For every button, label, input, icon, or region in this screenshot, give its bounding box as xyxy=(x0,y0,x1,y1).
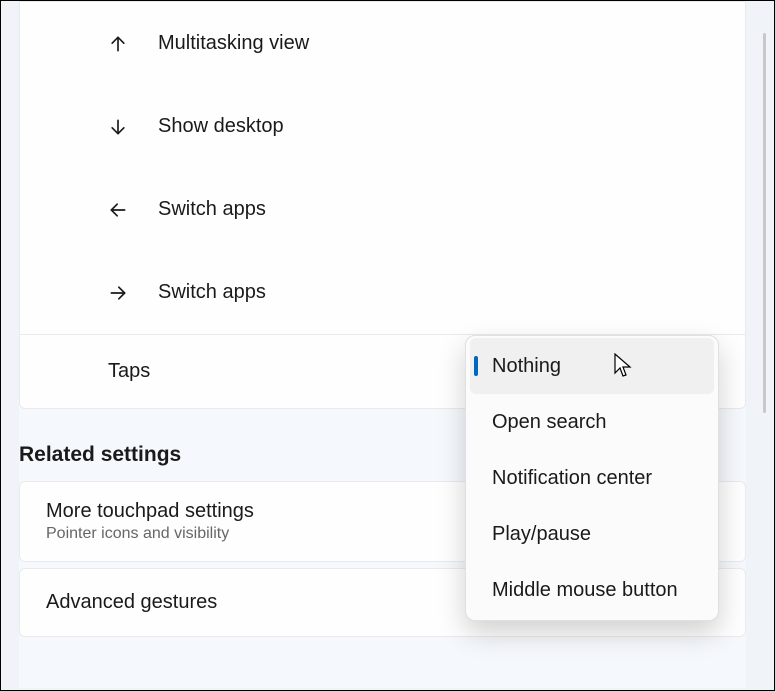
swipe-right-row[interactable]: Switch apps xyxy=(20,251,745,334)
swipe-left-row[interactable]: Switch apps xyxy=(20,168,745,251)
arrow-left-icon xyxy=(108,200,158,220)
arrow-right-icon xyxy=(108,283,158,303)
swipe-up-row[interactable]: Multitasking view xyxy=(20,2,745,85)
advanced-gestures-texts: Advanced gestures xyxy=(46,591,217,614)
dropdown-option-label: Middle mouse button xyxy=(492,579,678,602)
arrow-up-icon xyxy=(108,34,158,54)
swipe-up-label: Multitasking view xyxy=(158,32,309,55)
more-touchpad-texts: More touchpad settings Pointer icons and… xyxy=(46,500,254,543)
dropdown-option-nothing[interactable]: Nothing xyxy=(470,338,714,394)
more-touchpad-subtitle: Pointer icons and visibility xyxy=(46,525,254,543)
taps-dropdown: Nothing Open search Notification center … xyxy=(465,335,719,621)
selection-indicator xyxy=(474,356,478,376)
dropdown-option-label: Notification center xyxy=(492,467,652,490)
dropdown-option-open-search[interactable]: Open search xyxy=(470,394,714,450)
taps-label: Taps xyxy=(108,360,150,383)
dropdown-option-label: Play/pause xyxy=(492,523,591,546)
swipe-right-label: Switch apps xyxy=(158,281,266,304)
dropdown-option-label: Open search xyxy=(492,411,607,434)
scrollbar-thumb[interactable] xyxy=(763,33,766,413)
more-touchpad-title: More touchpad settings xyxy=(46,500,254,523)
dropdown-option-play-pause[interactable]: Play/pause xyxy=(470,506,714,562)
advanced-gestures-title: Advanced gestures xyxy=(46,591,217,614)
dropdown-option-middle-mouse[interactable]: Middle mouse button xyxy=(470,562,714,618)
swipe-left-label: Switch apps xyxy=(158,198,266,221)
dropdown-option-label: Nothing xyxy=(492,355,561,378)
arrow-down-icon xyxy=(108,117,158,137)
swipe-down-label: Show desktop xyxy=(158,115,284,138)
swipe-down-row[interactable]: Show desktop xyxy=(20,85,745,168)
dropdown-option-notification-center[interactable]: Notification center xyxy=(470,450,714,506)
